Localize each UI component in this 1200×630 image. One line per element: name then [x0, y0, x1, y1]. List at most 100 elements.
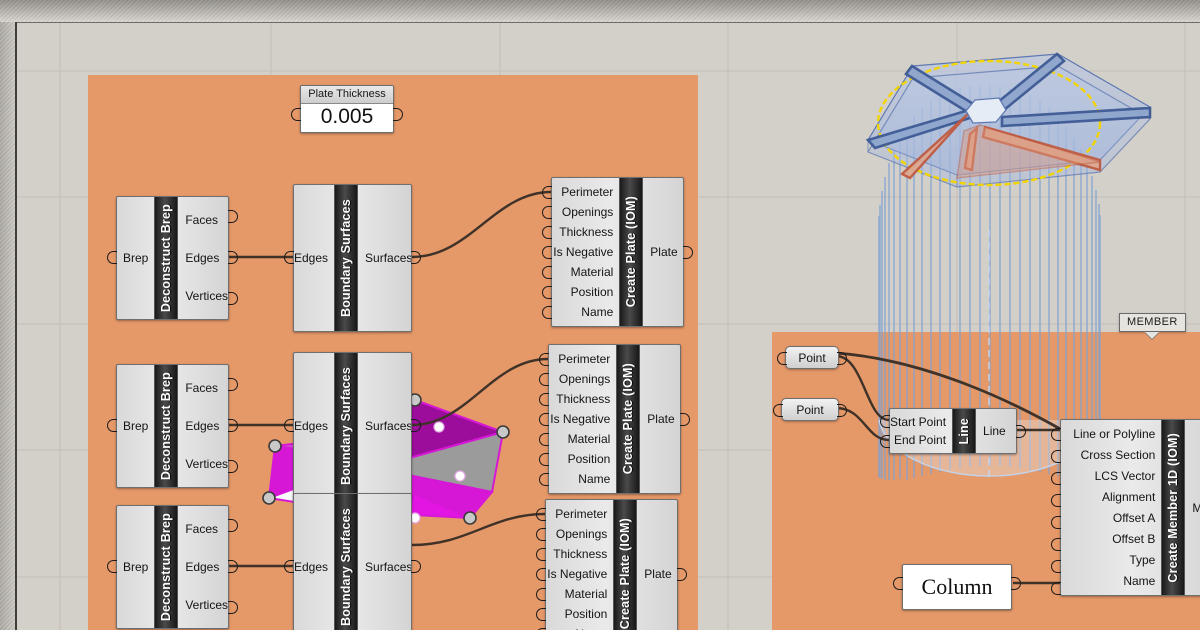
port-label-offset-a: Offset A	[1113, 512, 1155, 524]
component-create-plate-1[interactable]: Perimeter Openings Thickness Is Negative…	[551, 177, 684, 325]
port-label-member: Mem	[1192, 502, 1200, 514]
port-label-perimeter: Perimeter	[561, 186, 613, 198]
component-boundary-surfaces-3[interactable]: Edges Boundary Surfaces Surfaces	[293, 493, 412, 630]
input-port-material[interactable]	[539, 433, 549, 446]
component-deconstruct-brep-3[interactable]: Brep Deconstruct Brep Faces Edges Vertic…	[116, 505, 229, 627]
input-port-end-point[interactable]	[880, 435, 890, 448]
port-label-edges: Edges	[185, 420, 219, 432]
port-label-edges: Edges	[185, 252, 219, 264]
input-port-thickness[interactable]	[542, 226, 552, 239]
input-port-thickness[interactable]	[539, 393, 549, 406]
input-port-edges[interactable]	[284, 419, 294, 432]
component-deconstruct-brep-2[interactable]: Brep Deconstruct Brep Faces Edges Vertic…	[116, 364, 229, 486]
port-label-surfaces: Surfaces	[365, 252, 412, 264]
port-label-brep: Brep	[123, 420, 148, 432]
input-port-edges[interactable]	[284, 251, 294, 264]
panel-column[interactable]: Column	[902, 564, 1012, 610]
port-label-openings: Openings	[559, 373, 610, 385]
component-deconstruct-brep-1[interactable]: Brep Deconstruct Brep Faces Edges Vertic…	[116, 196, 229, 318]
port-label-is-negative: Is Negative	[547, 568, 607, 580]
port-label-openings: Openings	[562, 206, 613, 218]
param-point-1[interactable]: Point	[785, 346, 839, 369]
input-port-brep[interactable]	[107, 560, 117, 573]
port-label-position: Position	[565, 608, 608, 620]
input-port-alignment[interactable]	[1051, 494, 1061, 507]
param-label: Point	[798, 351, 825, 365]
input-port-panel[interactable]	[893, 577, 903, 590]
port-label-perimeter: Perimeter	[558, 353, 610, 365]
component-title[interactable]: Boundary Surfaces	[334, 353, 358, 499]
input-port-is-negative[interactable]	[542, 246, 552, 259]
input-port-perimeter[interactable]	[539, 353, 549, 366]
window-chrome-top	[0, 0, 1200, 23]
input-port-openings[interactable]	[536, 528, 546, 541]
input-port-openings[interactable]	[539, 373, 549, 386]
input-port-line-or-polyline[interactable]	[1051, 428, 1061, 441]
port-label-perimeter: Perimeter	[555, 508, 607, 520]
input-port-point[interactable]	[777, 352, 787, 365]
port-label-surfaces: Surfaces	[365, 561, 412, 573]
input-port-start-point[interactable]	[880, 415, 890, 428]
param-point-2[interactable]: Point	[781, 398, 839, 421]
port-label-openings: Openings	[556, 528, 607, 540]
component-create-plate-3[interactable]: Perimeter Openings Thickness Is Negative…	[545, 499, 678, 630]
panel-plate-thickness[interactable]: Plate Thickness 0.005	[300, 85, 394, 133]
input-port-brep[interactable]	[107, 251, 117, 264]
component-title[interactable]: Line	[952, 409, 976, 453]
input-port-material[interactable]	[536, 588, 546, 601]
component-title[interactable]: Deconstruct Brep	[154, 506, 178, 628]
input-port-name[interactable]	[539, 473, 549, 486]
component-title[interactable]: Create Plate (IOM)	[613, 500, 637, 630]
input-port-perimeter[interactable]	[542, 186, 552, 199]
input-port-perimeter[interactable]	[536, 508, 546, 521]
component-title[interactable]: Create Plate (IOM)	[616, 345, 640, 493]
component-title[interactable]: Create Member 1D (IOM)	[1161, 420, 1185, 595]
input-port-is-negative[interactable]	[539, 413, 549, 426]
port-label-brep: Brep	[123, 561, 148, 573]
input-port-brep[interactable]	[107, 419, 117, 432]
port-label-edges: Edges	[294, 420, 328, 432]
param-label: Point	[796, 403, 823, 417]
input-port-offset-b[interactable]	[1051, 538, 1061, 551]
component-title[interactable]: Create Plate (IOM)	[619, 178, 643, 326]
panel-value[interactable]: Column	[903, 565, 1011, 609]
input-port-name[interactable]	[1051, 582, 1061, 595]
window-chrome-left	[0, 22, 17, 630]
port-label-name: Name	[581, 306, 613, 318]
component-boundary-surfaces-2[interactable]: Edges Boundary Surfaces Surfaces	[293, 352, 412, 498]
input-port-is-negative[interactable]	[536, 568, 546, 581]
input-port-type[interactable]	[1051, 560, 1061, 573]
input-port-offset-a[interactable]	[1051, 516, 1061, 529]
input-port-panel[interactable]	[291, 108, 301, 121]
port-label-cross-section: Cross Section	[1081, 449, 1156, 461]
input-port-openings[interactable]	[542, 206, 552, 219]
port-label-edges: Edges	[185, 561, 219, 573]
component-title[interactable]: Deconstruct Brep	[154, 197, 178, 319]
input-port-thickness[interactable]	[536, 548, 546, 561]
component-create-plate-2[interactable]: Perimeter Openings Thickness Is Negative…	[548, 344, 681, 492]
input-port-cross-section[interactable]	[1051, 450, 1061, 463]
component-title[interactable]: Boundary Surfaces	[334, 494, 358, 630]
component-title[interactable]: Deconstruct Brep	[154, 365, 178, 487]
component-create-member-1d[interactable]: Line or Polyline Cross Section LCS Vecto…	[1060, 419, 1200, 594]
input-port-material[interactable]	[542, 266, 552, 279]
component-boundary-surfaces-1[interactable]: Edges Boundary Surfaces Surfaces	[293, 184, 412, 330]
input-port-edges[interactable]	[284, 560, 294, 573]
port-label-faces: Faces	[185, 523, 218, 535]
port-label-edges: Edges	[294, 561, 328, 573]
input-port-position[interactable]	[536, 608, 546, 621]
input-port-name[interactable]	[542, 306, 552, 319]
input-port-position[interactable]	[539, 453, 549, 466]
port-label-type: Type	[1129, 554, 1155, 566]
component-line[interactable]: Start Point End Point Line Line	[889, 408, 1017, 452]
grasshopper-canvas[interactable]: Brep Deconstruct Brep Faces Edges Vertic…	[0, 0, 1200, 630]
input-port-point[interactable]	[773, 404, 783, 417]
port-label-lcs-vector: LCS Vector	[1095, 470, 1156, 482]
panel-value[interactable]: 0.005	[301, 104, 393, 132]
port-label-offset-b: Offset B	[1112, 533, 1155, 545]
port-label-vertices: Vertices	[185, 599, 228, 611]
input-port-lcs-vector[interactable]	[1051, 472, 1061, 485]
port-label-thickness: Thickness	[559, 226, 613, 238]
input-port-position[interactable]	[542, 286, 552, 299]
component-title[interactable]: Boundary Surfaces	[334, 185, 358, 331]
